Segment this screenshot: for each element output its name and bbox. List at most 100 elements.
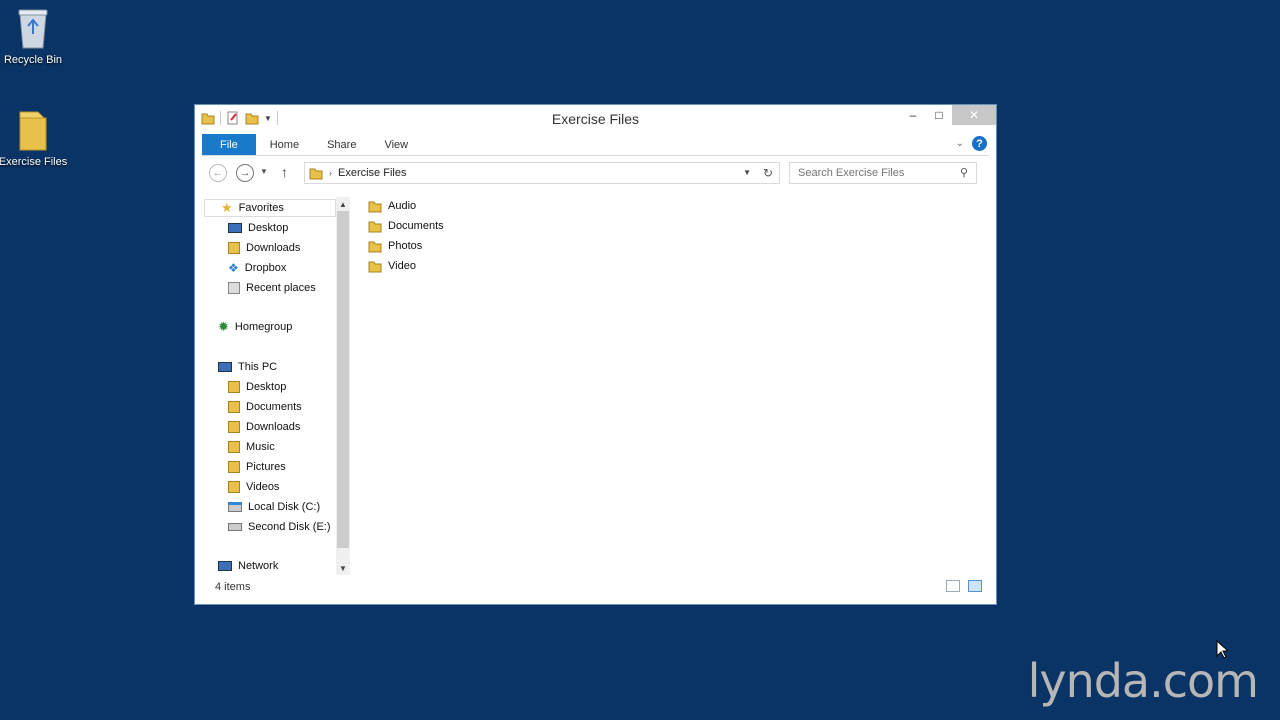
refresh-icon[interactable]: ↻ [763,166,773,180]
recent-locations-icon[interactable]: ▼ [260,167,268,176]
documents-folder-icon [228,401,240,413]
forward-button[interactable]: → [236,164,254,182]
expand-ribbon-icon[interactable]: ⌄ [956,138,964,149]
nav-this-pc[interactable]: This PC [218,358,277,376]
file-name: Audio [388,200,417,212]
nav-favorites-dropbox[interactable]: ❖ Dropbox [228,259,286,277]
close-button[interactable]: ✕ [952,105,996,125]
search-box[interactable]: ⚲ [789,162,977,184]
status-item-count: 4 items [215,581,251,593]
desktop-icon-exercise-files[interactable]: Exercise Files [0,108,68,168]
list-item[interactable]: Photos [368,237,422,255]
folder-icon [368,241,382,252]
nav-thispc-desktop[interactable]: Desktop [228,378,286,396]
dropbox-icon: ❖ [228,261,239,275]
nav-item-label: This PC [238,361,278,373]
maximize-button[interactable]: □ [926,105,952,125]
tab-home[interactable]: Home [256,134,313,155]
ribbon-right: ⌄ ? [956,136,987,151]
downloads-folder-icon [228,242,240,254]
nav-network[interactable]: Network [218,557,278,575]
downloads-folder-icon [228,421,240,433]
folder-icon [368,261,382,272]
navigation-pane: ★ Favorites Desktop Downloads ❖ Dropbox … [202,197,342,575]
nav-item-label: Videos [246,481,280,493]
tab-view[interactable]: View [370,134,422,155]
mouse-cursor-icon [1216,640,1228,659]
nav-item-label: Pictures [246,461,286,473]
view-buttons [946,580,982,592]
file-name: Photos [388,240,423,252]
address-bar[interactable]: › Exercise Files ▼ ↻ [304,162,780,184]
breadcrumb[interactable]: Exercise Files [338,167,406,179]
nav-item-label: Second Disk (E:) [248,521,331,533]
nav-item-label: Downloads [246,421,301,433]
nav-thispc-pictures[interactable]: Pictures [228,458,286,476]
search-icon[interactable]: ⚲ [960,166,968,179]
file-name: Video [388,260,416,272]
nav-item-label: Downloads [246,242,301,254]
help-icon[interactable]: ? [972,136,987,151]
large-icons-view-icon[interactable] [968,580,982,592]
recent-places-icon [228,282,240,294]
recycle-bin-icon [18,9,48,49]
nav-scrollbar[interactable]: ▲ ▼ [336,197,350,575]
folder-icon [19,111,47,151]
address-dropdown-icon[interactable]: ▼ [743,168,751,177]
desktop-icon-label: Exercise Files [0,156,68,168]
nav-thispc-documents[interactable]: Documents [228,398,302,416]
details-view-icon[interactable] [946,580,960,592]
folder-icon [228,381,240,393]
nav-item-label: Desktop [246,381,287,393]
minimize-button[interactable]: – [900,105,926,125]
title-bar[interactable]: ▼ Exercise Files – □ ✕ [195,105,996,133]
window-title: Exercise Files [551,111,640,127]
nav-homegroup[interactable]: ✹ Homegroup [218,318,292,336]
up-arrow-icon[interactable]: ↑ [281,164,288,180]
nav-favorites-recent-places[interactable]: Recent places [228,279,316,297]
nav-item-label: Network [238,560,279,572]
list-item[interactable]: Video [368,257,416,275]
ribbon-tabs: File Home Share View ⌄ ? [202,134,989,156]
nav-item-label: Dropbox [244,262,287,274]
scroll-thumb[interactable] [337,211,349,548]
folder-icon [368,221,382,232]
tab-share[interactable]: Share [313,134,370,155]
nav-item-label: Music [246,441,275,453]
search-input[interactable] [798,167,948,179]
window-controls: – □ ✕ [900,105,996,125]
address-row: ← → ▼ ↑ › Exercise Files ▼ ↻ ⚲ [202,162,989,184]
homegroup-icon: ✹ [218,319,229,334]
folder-icon [368,201,382,212]
nav-item-label: Desktop [248,222,289,234]
desktop-icon-label: Recycle Bin [3,54,63,66]
videos-folder-icon [228,481,240,493]
explorer-window: ▼ Exercise Files – □ ✕ File Home Share V… [194,104,997,605]
nav-thispc-local-disk[interactable]: Local Disk (C:) [228,498,320,516]
nav-thispc-music[interactable]: Music [228,438,275,456]
file-name: Documents [388,220,444,232]
nav-item-label: Local Disk (C:) [248,501,321,513]
list-item[interactable]: Audio [368,197,416,215]
breadcrumb-separator-icon[interactable]: › [329,168,332,178]
nav-item-label: Documents [246,401,302,413]
pictures-folder-icon [228,461,240,473]
nav-item-label: Homegroup [234,321,293,333]
nav-thispc-downloads[interactable]: Downloads [228,418,300,436]
nav-favorites-downloads[interactable]: Downloads [228,239,300,257]
scroll-down-icon[interactable]: ▼ [336,561,350,575]
nav-favorites-desktop[interactable]: Desktop [228,219,288,237]
back-button[interactable]: ← [209,164,227,182]
tab-file[interactable]: File [202,134,256,155]
scroll-up-icon[interactable]: ▲ [336,197,350,211]
music-folder-icon [228,441,240,453]
nav-thispc-videos[interactable]: Videos [228,478,279,496]
list-item[interactable]: Documents [368,217,444,235]
drive-icon [228,523,242,531]
nav-favorites[interactable]: ★ Favorites [204,199,336,217]
star-icon: ★ [221,200,233,215]
desktop-icon-recycle-bin[interactable]: Recycle Bin [0,6,68,66]
nav-thispc-second-disk[interactable]: Second Disk (E:) [228,518,331,536]
folder-icon [309,168,323,179]
nav-item-label: Recent places [246,282,316,294]
